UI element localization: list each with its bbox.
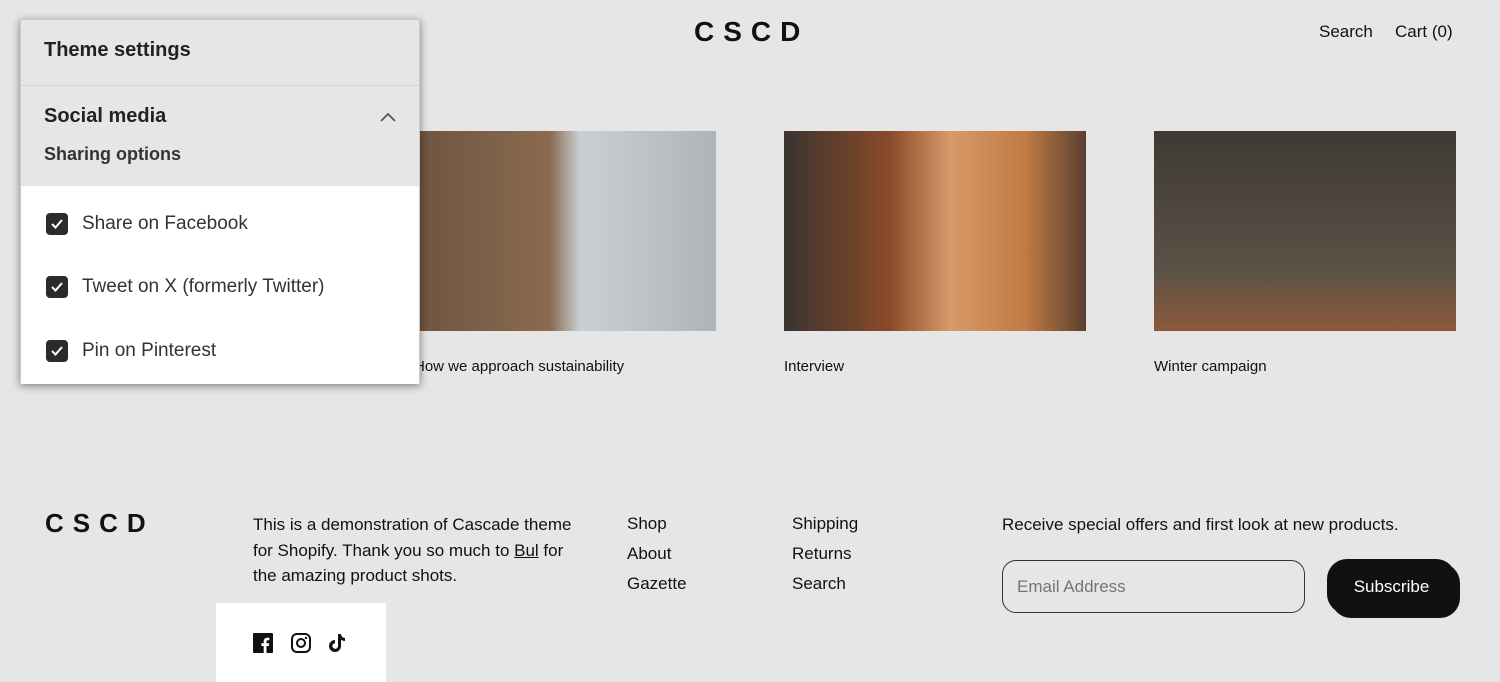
footer-logo[interactable]: CSCD [45, 508, 155, 539]
instagram-icon[interactable] [291, 632, 311, 653]
footer-link-returns[interactable]: Returns [792, 539, 858, 569]
article-image[interactable] [784, 131, 1086, 331]
footer-link-gazette[interactable]: Gazette [627, 569, 687, 599]
subsection-title: Sharing options [44, 144, 181, 164]
pin-pinterest-option[interactable]: Pin on Pinterest [21, 319, 419, 383]
article-card[interactable]: Interview [784, 131, 1086, 375]
bul-link[interactable]: Bul [514, 541, 539, 560]
article-title[interactable]: How we approach sustainability [414, 358, 716, 375]
facebook-icon[interactable] [253, 632, 273, 653]
check-icon [51, 346, 63, 356]
footer-link-shop[interactable]: Shop [627, 509, 687, 539]
footer-link-shipping[interactable]: Shipping [792, 509, 858, 539]
option-label: Share on Facebook [82, 212, 248, 234]
section-title: Social media [44, 105, 167, 127]
social-media-section-toggle[interactable]: Social media [21, 86, 419, 134]
checkbox[interactable] [46, 212, 68, 235]
article-title[interactable]: Winter campaign [1154, 358, 1456, 375]
check-icon [51, 219, 63, 229]
checkbox[interactable] [46, 339, 68, 362]
site-logo[interactable]: CSCD [694, 16, 809, 48]
tiktok-icon[interactable] [329, 633, 347, 653]
panel-title: Theme settings [21, 20, 419, 86]
article-image[interactable] [1154, 131, 1456, 331]
check-icon [51, 282, 63, 293]
newsletter-text: Receive special offers and first look at… [1002, 515, 1399, 534]
article-card[interactable]: How we approach sustainability [414, 131, 716, 375]
article-image[interactable] [414, 131, 716, 331]
footer-link-about[interactable]: About [627, 539, 687, 569]
option-label: Pin on Pinterest [82, 339, 217, 361]
footer-link-search[interactable]: Search [792, 569, 858, 599]
email-input[interactable] [1002, 560, 1305, 613]
theme-settings-panel: Theme settings Social media Sharing opti… [20, 19, 420, 384]
share-facebook-option[interactable]: Share on Facebook [21, 192, 419, 256]
checkbox[interactable] [46, 276, 68, 299]
social-links [216, 603, 386, 682]
search-link[interactable]: Search [1319, 22, 1373, 42]
chevron-up-icon [380, 112, 396, 122]
subscribe-button[interactable]: Subscribe [1327, 559, 1456, 614]
option-label: Tweet on X (formerly Twitter) [82, 276, 325, 298]
footer-nav-1: Shop About Gazette [627, 509, 687, 599]
cart-link[interactable]: Cart (0) [1395, 22, 1453, 42]
tweet-x-option[interactable]: Tweet on X (formerly Twitter) [21, 256, 419, 320]
footer-nav-2: Shipping Returns Search [792, 509, 858, 599]
article-title[interactable]: Interview [784, 358, 1086, 375]
footer-description: This is a demonstration of Cascade theme… [253, 515, 572, 585]
article-card[interactable]: Winter campaign [1154, 131, 1456, 375]
